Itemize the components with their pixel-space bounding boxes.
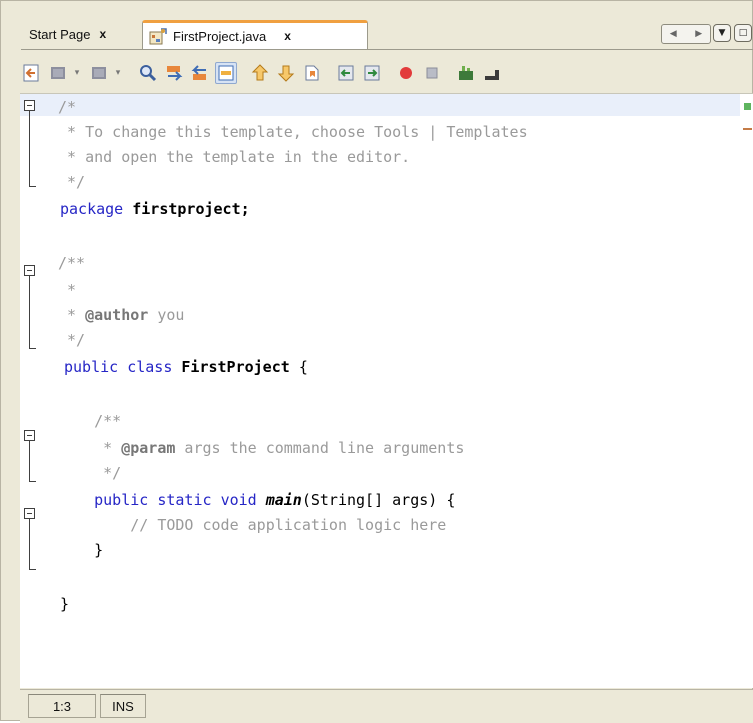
code-token: static (157, 491, 212, 509)
tab-bar: Start Page x FirstProject.java x ◀ ▶ ▼ □ (21, 19, 753, 50)
code-line[interactable]: */ (58, 171, 85, 193)
fold-toggle-icon[interactable] (24, 508, 35, 519)
tab-label: FirstProject.java (173, 28, 267, 44)
code-token: } (60, 595, 70, 613)
shift-line-right-icon[interactable] (361, 62, 383, 84)
code-token: /** (58, 254, 86, 272)
find-next-icon[interactable] (189, 62, 211, 84)
code-line[interactable]: } (60, 593, 69, 615)
code-line[interactable]: // TODO code application logic here (58, 514, 446, 536)
shift-line-left-icon[interactable] (335, 62, 357, 84)
code-token: package (60, 200, 124, 218)
code-line[interactable]: * To change this template, choose Tools … (58, 121, 528, 143)
close-tab-icon[interactable]: x (284, 29, 291, 43)
code-token: * (58, 306, 86, 324)
no-errors-indicator (744, 103, 751, 110)
current-line-highlight (20, 94, 740, 116)
code-token: { (298, 358, 308, 376)
fold-toggle-icon[interactable] (24, 430, 35, 441)
code-line[interactable]: */ (58, 462, 121, 484)
code-token: firstproject; (123, 200, 250, 218)
code-editor[interactable]: /* * To change this template, choose Too… (20, 93, 753, 688)
forward-icon[interactable] (88, 62, 110, 84)
code-token: */ (58, 331, 86, 349)
show-opened-documents-icon[interactable]: ▼ (713, 24, 731, 42)
java-file-icon (149, 27, 168, 45)
code-token: main (265, 491, 302, 509)
code-token: } (58, 541, 104, 559)
code-token: * and open the template in the editor. (58, 148, 411, 166)
code-token: // TODO code application logic here (58, 516, 447, 534)
code-token: * (58, 439, 122, 457)
run-test-icon[interactable] (455, 62, 477, 84)
code-line[interactable]: /** (58, 252, 85, 274)
last-edit-icon[interactable] (21, 62, 43, 84)
code-token: public (58, 491, 149, 509)
tab-firstproject-java[interactable]: FirstProject.java x (142, 20, 368, 49)
close-tab-icon[interactable]: x (99, 27, 106, 41)
start-macro-recording-icon[interactable] (395, 62, 417, 84)
code-token: /** (58, 412, 122, 430)
code-line[interactable]: /** (58, 410, 121, 432)
code-token: class (127, 358, 173, 376)
fold-toggle-icon[interactable] (24, 265, 35, 276)
code-line[interactable]: * @author you (58, 304, 184, 326)
tab-label: Start Page (29, 26, 91, 42)
status-bar: 1:3 INS (20, 689, 753, 723)
next-bookmark-icon[interactable] (275, 62, 297, 84)
code-line[interactable]: public static void main(String[] args) { (58, 489, 455, 511)
code-line[interactable]: public class FirstProject { (64, 356, 308, 378)
window-controls: ▼ □ (713, 24, 752, 42)
scroll-left-icon[interactable]: ◀ (670, 29, 677, 39)
code-line[interactable]: * @param args the command line arguments (58, 437, 464, 459)
code-token: public (64, 358, 119, 376)
check-icon[interactable] (481, 62, 503, 84)
code-token: args the command line arguments (175, 439, 465, 457)
fold-toggle-icon[interactable] (24, 100, 35, 111)
error-stripe (740, 94, 753, 688)
code-token: void (220, 491, 257, 509)
code-token: (String[] args) { (301, 491, 456, 509)
code-token: */ (58, 173, 86, 191)
code-token: /* (58, 98, 77, 116)
code-token: you (148, 306, 185, 324)
code-token: * (58, 281, 77, 299)
code-line[interactable]: /* (58, 96, 76, 118)
code-token: @author (85, 306, 149, 324)
annotation-mark[interactable] (743, 128, 752, 130)
code-token: FirstProject (172, 358, 299, 376)
insert-mode-indicator[interactable]: INS (100, 694, 146, 718)
back-dropdown-icon[interactable]: ▾ (70, 62, 84, 84)
code-line[interactable]: * (58, 279, 76, 301)
editor-toolbar: ▾ ▾ (21, 56, 753, 90)
find-icon[interactable] (137, 62, 159, 84)
code-token: */ (58, 464, 122, 482)
maximize-window-icon[interactable]: □ (734, 24, 752, 42)
code-line[interactable]: * and open the template in the editor. (58, 146, 410, 168)
scroll-right-icon[interactable]: ▶ (695, 29, 702, 39)
forward-dropdown-icon[interactable]: ▾ (111, 62, 125, 84)
code-line[interactable]: */ (58, 329, 85, 351)
caret-position: 1:3 (28, 694, 96, 718)
code-line[interactable]: } (58, 539, 103, 561)
back-icon[interactable] (47, 62, 69, 84)
code-line[interactable]: package firstproject; (60, 198, 250, 220)
code-token: @param (121, 439, 176, 457)
toggle-highlight-icon[interactable] (215, 62, 237, 84)
previous-bookmark-icon[interactable] (249, 62, 271, 84)
toggle-bookmark-icon[interactable] (301, 62, 323, 84)
code-token: * To change this template, choose Tools … (58, 123, 528, 141)
tab-start-page[interactable]: Start Page x (21, 21, 139, 47)
stop-macro-recording-icon[interactable] (421, 62, 443, 84)
editor-window: Start Page x FirstProject.java x ◀ ▶ ▼ □ (0, 0, 753, 723)
tab-scroll-buttons: ◀ ▶ (661, 24, 711, 44)
find-previous-icon[interactable] (163, 62, 185, 84)
